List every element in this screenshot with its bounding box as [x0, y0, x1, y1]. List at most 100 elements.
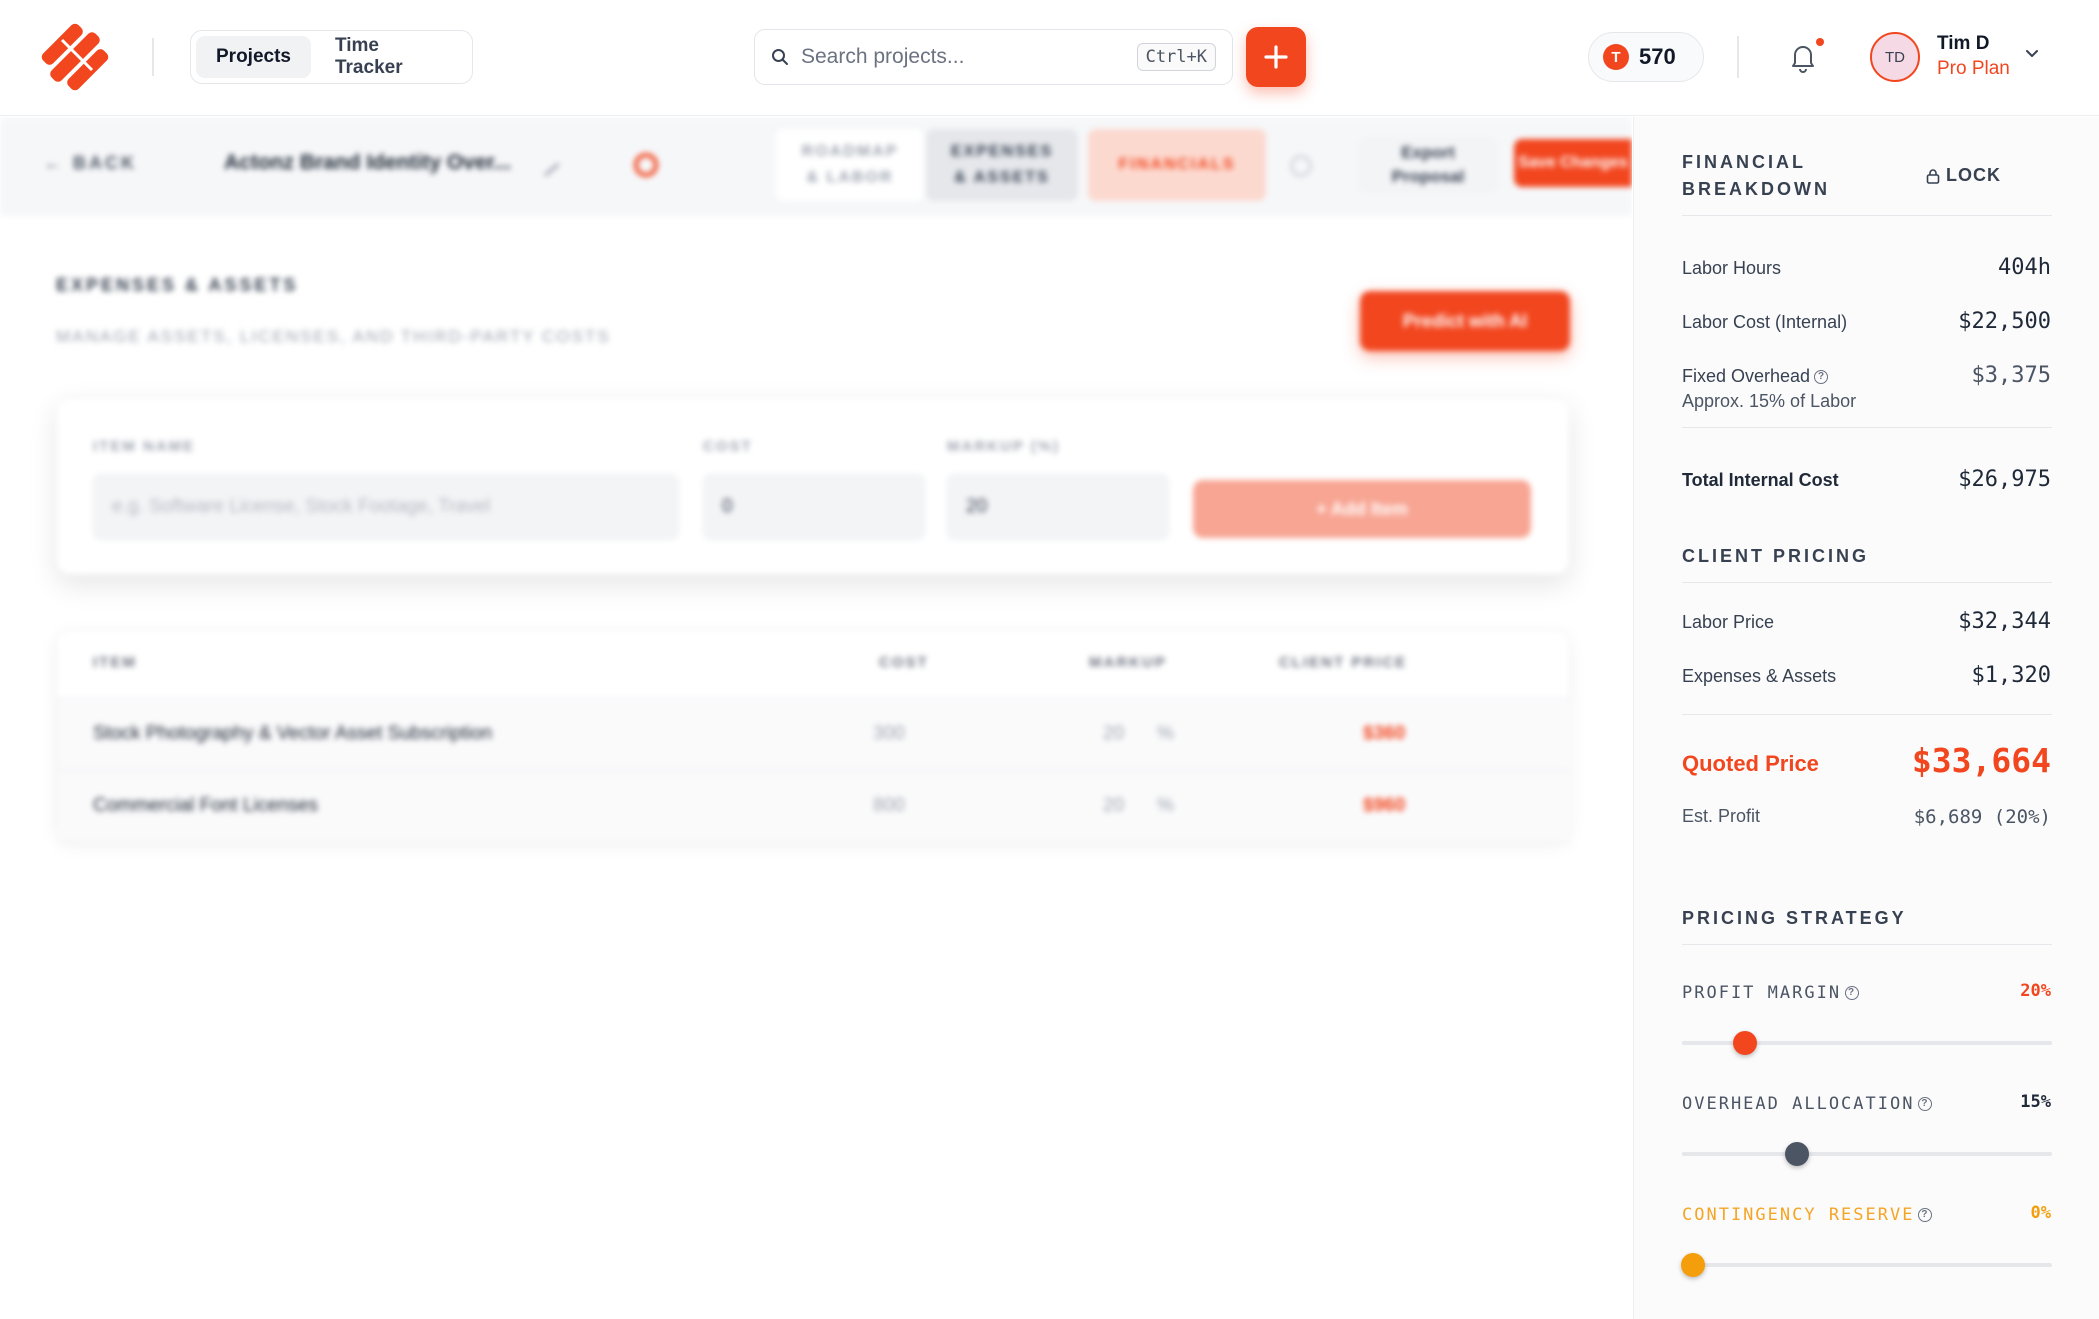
panel-title-line: FINANCIAL	[1682, 152, 1806, 172]
cell-markup-unit: %	[1157, 795, 1174, 816]
section-title: EXPENSES & ASSETS	[56, 275, 299, 295]
tab-roadmap-labor[interactable]: ROADMAP & LABOR	[776, 129, 924, 201]
overhead-allocation-percent: 15%	[2020, 1092, 2051, 1112]
table-row[interactable]: Stock Photography & Vector Asset Subscri…	[57, 699, 1571, 771]
cell-markup[interactable]: 20	[1103, 795, 1124, 817]
slider-thumb[interactable]	[1784, 1142, 1809, 1166]
add-item-button[interactable]: + Add Item	[1193, 480, 1531, 538]
fixed-overhead-label: Fixed Overhead?	[1682, 366, 1829, 387]
nav-tab-projects[interactable]: Projects	[196, 36, 311, 78]
plus-icon	[1264, 45, 1288, 69]
export-label: Export	[1401, 143, 1455, 162]
cost-field[interactable]: 0	[703, 474, 925, 540]
lock-label: LOCK	[1946, 165, 2001, 185]
labor-hours-label: Labor Hours	[1682, 258, 1782, 278]
pencil-icon[interactable]	[534, 151, 560, 177]
profit-margin-percent: 20%	[2020, 981, 2051, 1001]
export-proposal-button[interactable]: Export Proposal	[1358, 137, 1498, 193]
export-label: Proposal	[1391, 167, 1465, 186]
column-header: COST	[879, 654, 929, 671]
overhead-allocation-slider[interactable]	[1682, 1142, 2052, 1166]
contingency-reserve-slider[interactable]	[1681, 1253, 2052, 1277]
create-new-button[interactable]	[1246, 27, 1306, 87]
cell-client-price: $360	[1363, 723, 1406, 744]
back-button[interactable]: ← BACK	[44, 153, 137, 174]
user-plan: Pro Plan	[1937, 58, 2010, 79]
tab-label: & LABOR	[806, 169, 894, 186]
chevron-down-icon[interactable]	[2024, 46, 2040, 62]
project-title[interactable]: Actonz Brand Identity Over...	[224, 151, 511, 175]
labor-cost-label: Labor Cost (Internal)	[1682, 312, 1848, 332]
labor-price-value: $32,344	[1958, 609, 2051, 634]
column-header: CLIENT PRICE	[1279, 654, 1408, 671]
item-name-field[interactable]: e.g. Software License, Stock Footage, Tr…	[93, 474, 679, 540]
save-changes-button[interactable]: Save Changes	[1514, 139, 1632, 187]
quoted-price-value: $33,664	[1911, 741, 2051, 780]
info-icon[interactable]: ?	[1918, 1097, 1933, 1111]
top-bar: Projects Time Tracker Ctrl+K T 570 TD Ti…	[0, 0, 2099, 116]
cell-markup[interactable]: 20	[1103, 723, 1124, 745]
column-header: ITEM	[93, 654, 137, 671]
lock-button[interactable]: LOCK	[1926, 165, 2001, 186]
notification-bell-icon[interactable]	[1786, 40, 1820, 74]
tab-label: FINANCIALS	[1118, 156, 1236, 173]
overhead-allocation-label: OVERHEAD ALLOCATION?	[1682, 1094, 1933, 1114]
tab-financials[interactable]: FINANCIALS	[1088, 129, 1266, 201]
points-value: 570	[1639, 44, 1676, 69]
slider-label-text: PROFIT MARGIN	[1682, 983, 1842, 1003]
cell-client-price: $960	[1363, 795, 1406, 816]
profit-margin-slider[interactable]	[1682, 1031, 2052, 1055]
cell-markup-unit: %	[1157, 723, 1174, 744]
search-bar[interactable]: Ctrl+K	[754, 29, 1233, 85]
divider	[1737, 36, 1739, 78]
back-label: BACK	[73, 153, 138, 173]
tab-label: ROADMAP	[801, 143, 899, 160]
slider-thumb[interactable]	[1681, 1253, 1706, 1277]
info-icon[interactable]: ?	[1814, 370, 1829, 385]
markup-label: MARKUP (%)	[947, 438, 1061, 455]
cell-item: Stock Photography & Vector Asset Subscri…	[93, 723, 493, 744]
divider	[1682, 944, 2052, 945]
overhead-note: Approx. 15% of Labor	[1682, 391, 1857, 411]
contingency-reserve-label: CONTINGENCY RESERVE?	[1682, 1205, 1933, 1225]
expenses-assets-value: $1,320	[1971, 663, 2051, 688]
total-internal-cost-value: $26,975	[1958, 467, 2051, 492]
slider-thumb[interactable]	[1732, 1031, 1757, 1055]
column-header: MARKUP	[1089, 654, 1167, 671]
cell-item: Commercial Font Licenses	[93, 795, 318, 816]
expenses-table: ITEM COST MARKUP CLIENT PRICE Stock Phot…	[56, 629, 1571, 843]
section-subtitle: MANAGE ASSETS, LICENSES, AND THIRD-PARTY…	[56, 327, 611, 346]
fixed-overhead-value: $3,375	[1971, 363, 2051, 388]
cell-cost[interactable]: 800	[873, 795, 905, 817]
financial-breakdown-panel: FINANCIAL BREAKDOWN LOCK Labor Hours 404…	[1633, 117, 2099, 1319]
avatar[interactable]: TD	[1870, 32, 1920, 82]
expenses-assets-label: Expenses & Assets	[1682, 666, 1837, 686]
table-row[interactable]: Commercial Font Licenses 800 20 % $960	[57, 771, 1571, 843]
blurred-content: ← BACK Actonz Brand Identity Over... ROA…	[0, 117, 1632, 1319]
tab-label: EXPENSES	[950, 143, 1054, 160]
add-expense-form: ITEM NAME e.g. Software License, Stock F…	[56, 397, 1570, 575]
project-toolbar: ← BACK Actonz Brand Identity Over... ROA…	[0, 117, 1632, 215]
search-input[interactable]	[801, 45, 1137, 69]
app-logo-icon[interactable]	[40, 22, 110, 92]
nav-tab-time-tracker[interactable]: Time Tracker	[315, 35, 467, 78]
labor-hours-value: 404h	[1998, 255, 2051, 280]
undo-icon[interactable]	[1290, 155, 1312, 177]
user-name[interactable]: Tim D	[1937, 33, 1989, 55]
points-balance[interactable]: T 570	[1588, 32, 1704, 82]
main-nav: Projects Time Tracker	[190, 30, 473, 84]
item-name-label: ITEM NAME	[93, 438, 196, 455]
project-workspace: ← BACK Actonz Brand Identity Over... ROA…	[0, 117, 1632, 1319]
predict-with-ai-button[interactable]: Predict with AI	[1360, 291, 1570, 351]
info-icon[interactable]: ?	[1845, 986, 1860, 1000]
panel-title-line: BREAKDOWN	[1682, 179, 1830, 199]
notification-dot	[1816, 38, 1824, 46]
tab-expenses-assets[interactable]: EXPENSES & ASSETS	[926, 129, 1078, 201]
markup-field[interactable]: 20	[947, 474, 1169, 540]
link-icon[interactable]	[634, 153, 658, 177]
cell-cost[interactable]: 300	[873, 723, 905, 745]
divider	[1682, 714, 2052, 715]
info-icon[interactable]: ?	[1918, 1208, 1933, 1222]
slider-label-text: OVERHEAD ALLOCATION	[1682, 1094, 1915, 1114]
total-internal-cost-label: Total Internal Cost	[1682, 470, 1839, 490]
